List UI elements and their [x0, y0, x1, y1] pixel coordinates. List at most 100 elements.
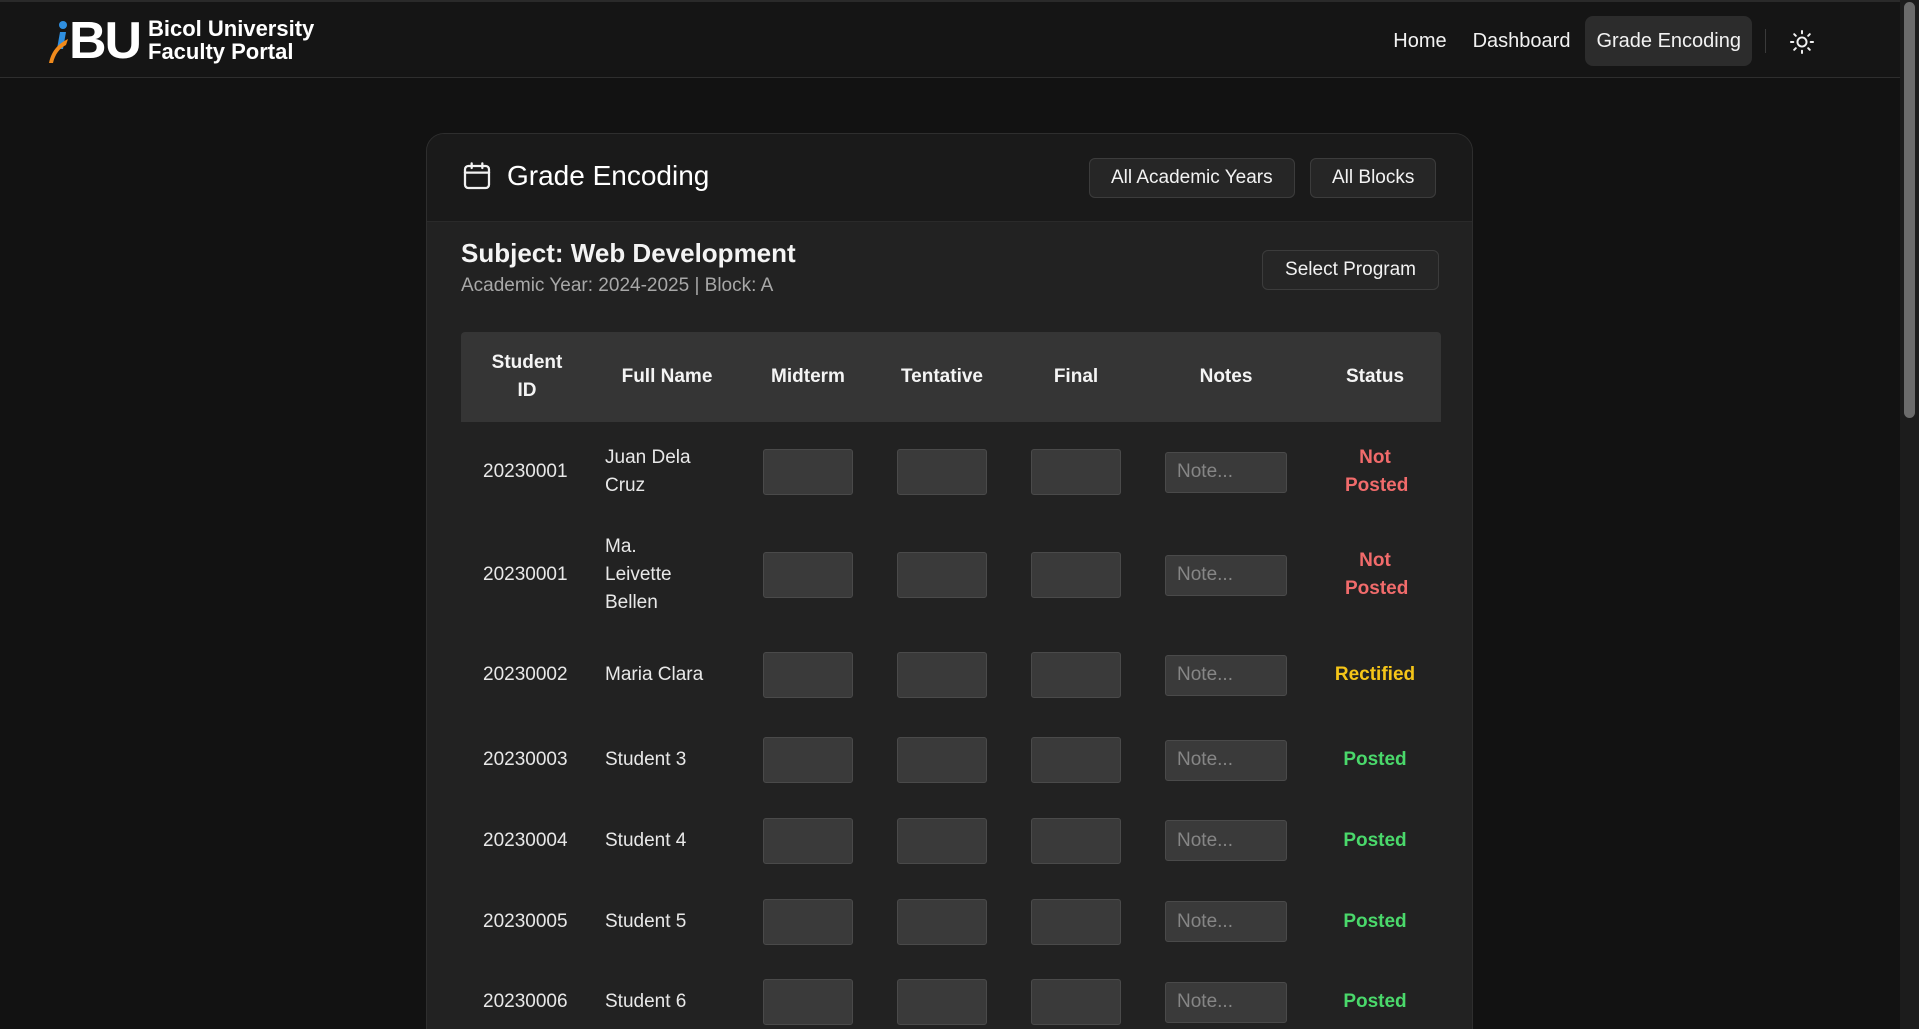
tentative-cell	[875, 552, 1009, 598]
note-input[interactable]: Note...	[1165, 901, 1287, 942]
page-title: Grade Encoding	[507, 160, 710, 191]
tentative-grade-input[interactable]	[897, 737, 987, 783]
logo-text-line1: Bicol University	[148, 16, 315, 41]
table-row: 20230004 Student 4 Note... Posted	[461, 800, 1441, 881]
logo-bu-letters: BU	[69, 12, 142, 70]
notes-cell: Note...	[1143, 451, 1309, 493]
main-nav: Home Dashboard Grade Encoding	[1382, 16, 1752, 66]
card-title-group: Grade Encoding	[461, 160, 709, 192]
final-grade-input[interactable]	[1031, 979, 1121, 1025]
column-header-midterm: Midterm	[771, 366, 845, 387]
tentative-grade-input[interactable]	[897, 979, 987, 1025]
student-name: Juan Dela Cruz	[605, 447, 691, 496]
student-name: Student 3	[605, 749, 687, 770]
note-input[interactable]: Note...	[1165, 654, 1287, 696]
final-grade-input[interactable]	[1031, 449, 1121, 495]
table-row: 20230001 Ma. Leivette Bellen Note... Not Po…	[461, 520, 1441, 630]
student-id-cell: 20230006	[461, 991, 593, 1013]
logo-text-line2: Faculty Portal	[148, 39, 294, 64]
logo-text: Bicol University Faculty Portal	[148, 17, 314, 63]
tentative-grade-input[interactable]	[897, 898, 987, 945]
student-id-cell: 20230001	[461, 461, 593, 483]
midterm-cell	[741, 449, 875, 495]
student-id: 20230002	[483, 664, 568, 685]
tentative-cell	[875, 449, 1009, 495]
midterm-grade-input[interactable]	[763, 652, 853, 698]
table-row: 20230005 Student 5 Note... Posted	[461, 881, 1441, 962]
card-body: Subject: Web Development Academic Year: …	[427, 222, 1472, 1029]
subject-title: Subject: Web Development	[461, 238, 796, 268]
final-grade-input[interactable]	[1031, 652, 1121, 698]
logo-mark: BU	[46, 13, 146, 69]
final-cell	[1009, 817, 1143, 864]
tentative-cell	[875, 652, 1009, 698]
note-input[interactable]: Note...	[1165, 981, 1287, 1023]
midterm-grade-input[interactable]	[763, 737, 853, 783]
tentative-cell	[875, 817, 1009, 864]
midterm-grade-input[interactable]	[763, 552, 853, 598]
midterm-grade-input[interactable]	[763, 898, 853, 945]
tentative-cell	[875, 737, 1009, 783]
status-badge: Rectified	[1334, 664, 1416, 685]
status-cell: Posted	[1309, 746, 1441, 774]
scrollbar-thumb[interactable]	[1904, 2, 1915, 418]
academic-years-filter-button[interactable]: All Academic Years	[1089, 158, 1295, 198]
midterm-cell	[741, 652, 875, 698]
midterm-cell	[741, 898, 875, 945]
note-input[interactable]: Note...	[1165, 554, 1287, 596]
select-program-button[interactable]: Select Program	[1262, 250, 1439, 290]
final-cell	[1009, 898, 1143, 945]
midterm-grade-input[interactable]	[763, 817, 853, 864]
final-grade-input[interactable]	[1031, 552, 1121, 598]
column-header-notes: Notes	[1199, 366, 1253, 387]
nav-home[interactable]: Home	[1382, 16, 1457, 66]
column-header-student-id: Student ID	[461, 349, 593, 405]
student-name: Student 4	[605, 829, 687, 851]
student-name: Ma. Leivette Bellen	[605, 536, 672, 613]
notes-cell: Note...	[1143, 820, 1309, 861]
final-cell	[1009, 552, 1143, 598]
subject-meta: Academic Year: 2024-2025 | Block: A	[461, 275, 774, 296]
column-header-label: Student ID	[491, 352, 563, 401]
status-cell: Not Posted	[1309, 444, 1441, 500]
student-id: 20230006	[483, 991, 568, 1012]
note-input[interactable]: Note...	[1165, 820, 1287, 861]
final-cell	[1009, 652, 1143, 698]
final-grade-input[interactable]	[1031, 817, 1121, 864]
tentative-grade-input[interactable]	[897, 552, 987, 598]
nav-divider	[1765, 29, 1766, 53]
full-name-cell: Ma. Leivette Bellen	[593, 533, 741, 617]
notes-cell: Note...	[1143, 901, 1309, 942]
note-input[interactable]: Note...	[1165, 739, 1287, 781]
nav-grade-encoding[interactable]: Grade Encoding	[1585, 16, 1752, 66]
midterm-cell	[741, 737, 875, 783]
status-cell: Posted	[1309, 988, 1441, 1016]
student-id-cell: 20230003	[461, 749, 593, 771]
note-input[interactable]: Note...	[1165, 451, 1287, 493]
tentative-grade-input[interactable]	[897, 449, 987, 495]
grade-encoding-card: Grade Encoding All Academic Years All Bl…	[426, 133, 1473, 1029]
status-badge: Posted	[1343, 749, 1407, 770]
final-grade-input[interactable]	[1031, 737, 1121, 783]
tentative-grade-input[interactable]	[897, 817, 987, 864]
student-id-cell: 20230005	[461, 911, 593, 933]
top-navbar: BU Bicol University Faculty Portal Home …	[0, 0, 1900, 78]
status-badge: Not Posted	[1345, 550, 1409, 599]
tentative-cell	[875, 898, 1009, 945]
blocks-filter-button[interactable]: All Blocks	[1310, 158, 1437, 198]
tentative-grade-input[interactable]	[897, 652, 987, 698]
student-id: 20230001	[483, 461, 568, 482]
final-grade-input[interactable]	[1031, 898, 1121, 945]
nav-dashboard[interactable]: Dashboard	[1462, 16, 1582, 66]
student-id-cell: 20230004	[461, 830, 593, 852]
student-id: 20230001	[483, 564, 568, 585]
page-scrollbar[interactable]	[1900, 0, 1919, 1029]
midterm-grade-input[interactable]	[763, 979, 853, 1025]
theme-toggle-button[interactable]	[1784, 24, 1820, 60]
bicol-university-logo[interactable]: BU Bicol University Faculty Portal	[46, 13, 314, 69]
status-cell: Not Posted	[1309, 547, 1441, 603]
student-id-cell: 20230002	[461, 664, 593, 686]
status-cell: Posted	[1309, 827, 1441, 855]
midterm-grade-input[interactable]	[763, 449, 853, 495]
midterm-cell	[741, 817, 875, 864]
